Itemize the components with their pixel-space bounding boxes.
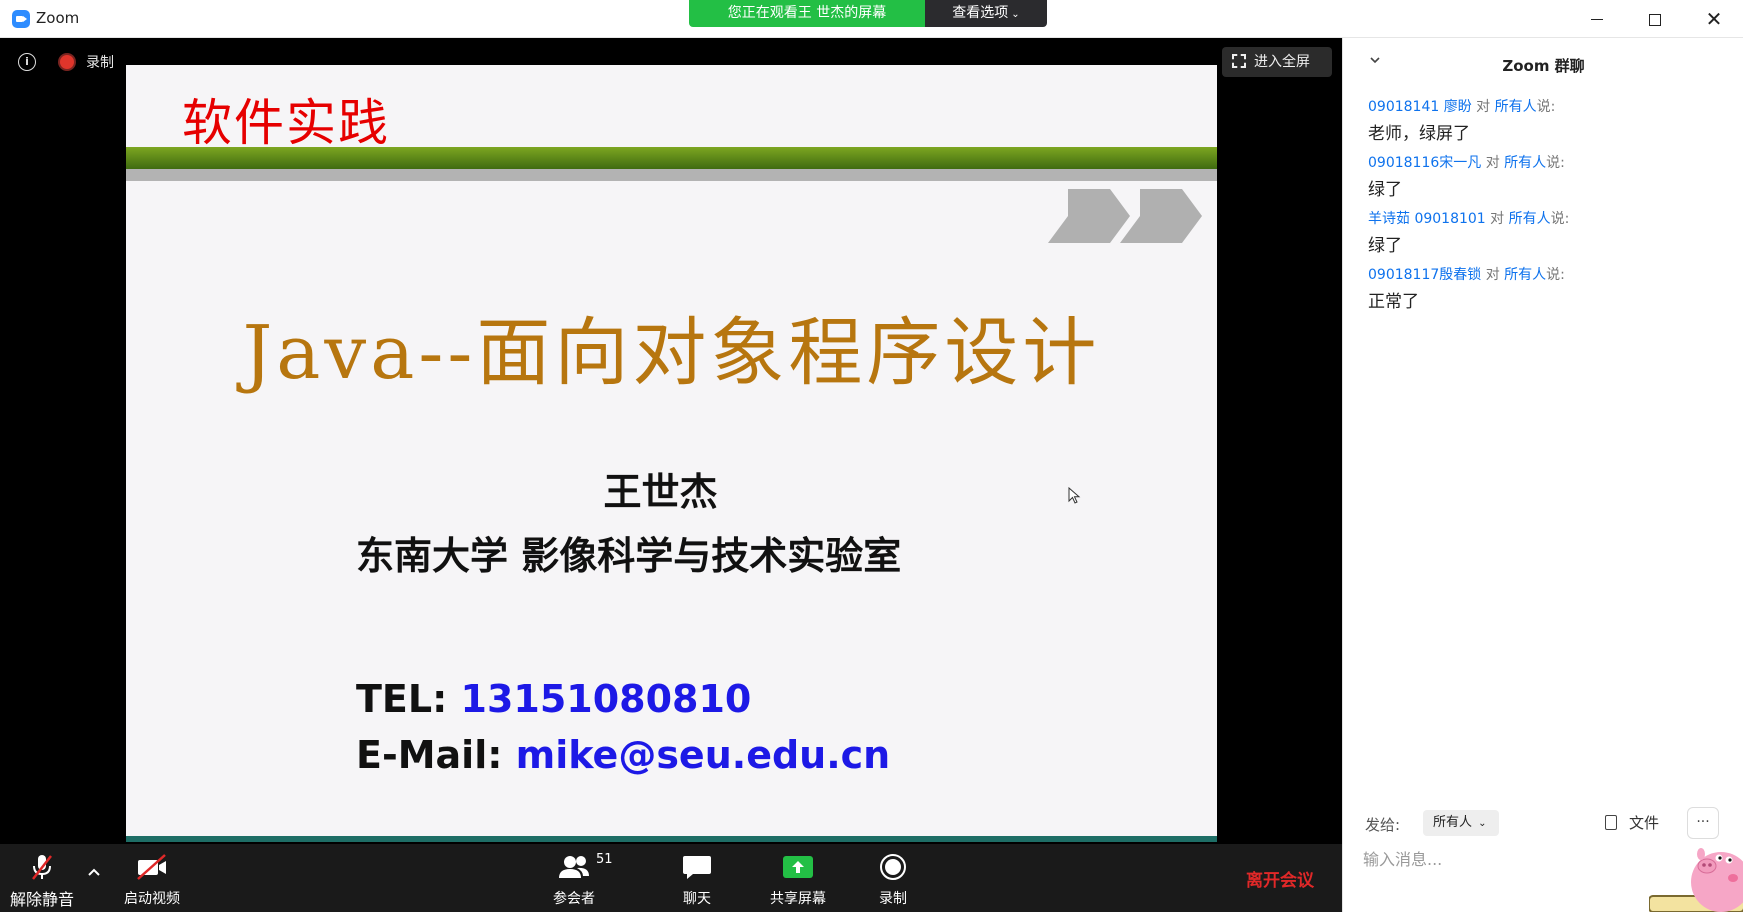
view-options-label: 查看选项	[952, 5, 1009, 21]
recording-status-label: 录制	[86, 55, 114, 71]
share-screen-icon	[783, 856, 813, 878]
info-icon[interactable]: i	[18, 53, 36, 71]
chat-says: 说:	[1536, 99, 1556, 115]
chat-sender[interactable]: 羊诗茹 09018101	[1368, 211, 1486, 227]
slide-main-title: Java--面向对象程序设计	[242, 310, 1101, 396]
start-video-button[interactable]: 启动视频	[112, 844, 192, 912]
slide-grey-band	[126, 169, 1217, 181]
chat-to-word: 对	[1471, 99, 1495, 115]
chat-recipient: 所有人	[1508, 211, 1551, 227]
chat-sender[interactable]: 09018116宋一凡	[1368, 155, 1481, 171]
window-title-bar: Zoom 您正在观看王 世杰的屏幕 查看选项 ⌄ ✕	[0, 0, 1743, 38]
chevron-down-icon: ⌄	[1011, 9, 1020, 20]
participants-count: 51	[596, 852, 613, 867]
slide-email-value: mike@seu.edu.cn	[515, 733, 891, 777]
chat-to-word: 对	[1485, 211, 1509, 227]
microphone-muted-icon	[32, 855, 52, 880]
maximize-icon	[1649, 13, 1661, 26]
share-screen-button[interactable]: 共享屏幕	[760, 844, 836, 912]
send-file-button[interactable]: 文件	[1605, 812, 1659, 833]
chat-message-text: 绿了	[1368, 180, 1402, 200]
video-off-icon	[137, 854, 166, 880]
chat-message-text: 绿了	[1368, 236, 1402, 256]
chat-message-header: 羊诗茹 09018101 对 所有人说:	[1368, 208, 1728, 228]
more-options-button[interactable]: ···	[1687, 807, 1719, 839]
app-title: Zoom	[36, 9, 80, 27]
leave-meeting-button[interactable]: 离开会议	[1246, 866, 1314, 891]
slide-affiliation: 东南大学 影像科学与技术实验室	[356, 534, 902, 578]
recording-indicator-icon	[60, 55, 74, 69]
chat-sender[interactable]: 09018141 廖盼	[1368, 99, 1472, 115]
chat-recipient: 所有人	[1494, 99, 1537, 115]
minimize-button[interactable]	[1568, 0, 1626, 38]
start-video-label: 启动视频	[124, 891, 180, 907]
chat-message-text: 正常了	[1368, 292, 1419, 312]
chat-title: Zoom 群聊	[1502, 57, 1585, 75]
chat-says: 说:	[1546, 267, 1565, 283]
participants-label: 参会者	[553, 891, 595, 907]
chat-sender[interactable]: 09018117殷春锁	[1368, 267, 1481, 283]
slide-chevron-arrows-icon	[1048, 189, 1202, 243]
chat-says: 说:	[1550, 211, 1570, 227]
slide-course-title: 软件实践	[182, 94, 390, 152]
audio-options-caret-icon[interactable]	[86, 864, 102, 880]
chat-message: 09018116宋一凡 对 所有人说: 绿了	[1368, 152, 1728, 200]
chat-message-header: 09018117殷春锁 对 所有人说:	[1368, 264, 1728, 284]
close-button[interactable]: ✕	[1685, 0, 1743, 38]
chat-message-header: 09018116宋一凡 对 所有人说:	[1368, 152, 1728, 172]
close-icon: ✕	[1705, 7, 1723, 31]
shared-slide: 软件实践 Java--面向对象程序设计 王世杰 东南大学 影像科学与技术实验室 …	[126, 65, 1217, 842]
enter-fullscreen-button[interactable]: 进入全屏	[1222, 47, 1332, 77]
file-label: 文件	[1629, 814, 1660, 832]
chat-message: 09018117殷春锁 对 所有人说: 正常了	[1368, 264, 1728, 312]
slide-email-line: E-Mail: mike@seu.edu.cn	[356, 733, 890, 777]
fullscreen-icon	[1232, 54, 1246, 68]
screen-share-banner: 您正在观看王 世杰的屏幕	[689, 0, 925, 27]
chevron-down-icon: ⌄	[1478, 818, 1487, 829]
slide-tel-value: 13151080810	[460, 677, 752, 721]
slide-green-band	[126, 147, 1217, 169]
meeting-toolbar: 解除静音 启动视频 参会者 51 聊天 共享屏幕 录制 离开会议	[0, 844, 1342, 912]
maximize-button[interactable]	[1626, 0, 1684, 38]
record-icon	[880, 854, 906, 880]
chat-recipient: 所有人	[1504, 155, 1547, 171]
chat-panel: Zoom 群聊 09018141 廖盼 对 所有人说: 老师，绿屏了 09018…	[1342, 38, 1743, 912]
send-to-dropdown[interactable]: 所有人 ⌄	[1423, 810, 1499, 836]
chat-message: 09018141 廖盼 对 所有人说: 老师，绿屏了	[1368, 96, 1728, 144]
chat-recipient: 所有人	[1504, 267, 1547, 283]
record-button[interactable]: 录制	[858, 844, 928, 912]
send-to-value: 所有人	[1433, 815, 1473, 830]
chat-message: 羊诗茹 09018101 对 所有人说: 绿了	[1368, 208, 1728, 256]
chat-to-word: 对	[1481, 155, 1505, 171]
chat-to-word: 对	[1481, 267, 1505, 283]
chat-bubble-icon	[683, 856, 711, 879]
pig-mascot-sticker-icon	[1649, 848, 1743, 912]
slide-tel-label: TEL:	[356, 677, 461, 721]
slide-author: 王世杰	[603, 470, 718, 514]
chat-message-header: 09018141 廖盼 对 所有人说:	[1368, 96, 1728, 116]
chat-label: 聊天	[683, 891, 711, 907]
minimize-icon	[1591, 19, 1603, 20]
slide-email-label: E-Mail:	[356, 733, 516, 777]
file-icon	[1605, 815, 1617, 830]
record-label: 录制	[879, 891, 907, 907]
chat-message-text: 老师，绿屏了	[1368, 124, 1470, 144]
send-to-label: 发给:	[1365, 816, 1401, 834]
unmute-button[interactable]: 解除静音	[0, 844, 84, 912]
share-screen-label: 共享屏幕	[770, 891, 826, 907]
mouse-cursor-icon	[1068, 487, 1081, 504]
view-options-button[interactable]: 查看选项 ⌄	[925, 0, 1047, 27]
chat-button[interactable]: 聊天	[662, 844, 732, 912]
slide-bottom-band	[126, 836, 1217, 842]
participants-icon	[559, 856, 589, 878]
zoom-logo-icon	[12, 10, 30, 28]
chat-message-input[interactable]	[1363, 844, 1663, 874]
unmute-label: 解除静音	[9, 890, 74, 909]
meeting-video-area: i 录制 进入全屏 软件实践 Java--面向对象程序设计 王世杰 东南大学 影…	[0, 38, 1342, 844]
slide-tel-line: TEL: 13151080810	[356, 677, 751, 721]
fullscreen-label: 进入全屏	[1254, 54, 1310, 70]
chat-says: 说:	[1546, 155, 1565, 171]
